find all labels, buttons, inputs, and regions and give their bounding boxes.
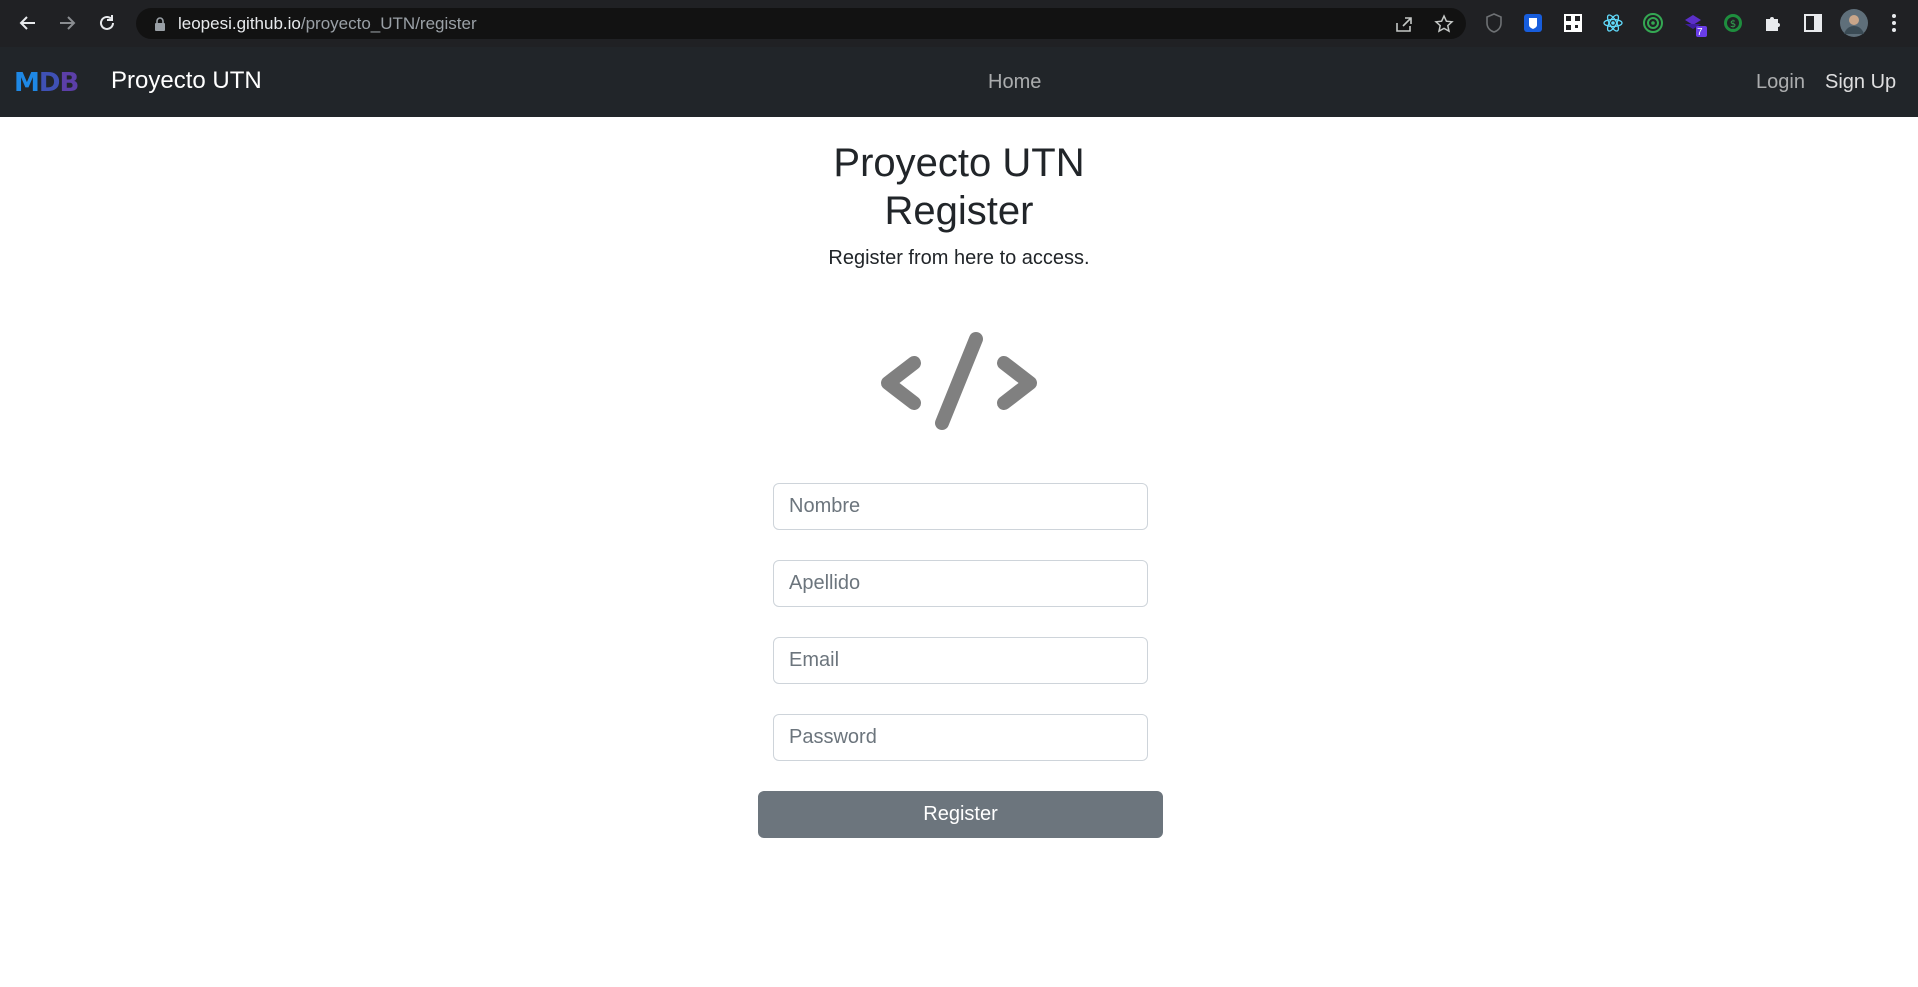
mdb-logo[interactable]: M D B (14, 68, 79, 98)
bookmark-star-icon[interactable] (1434, 14, 1454, 34)
register-page: Proyecto UTN Register Register from here… (0, 117, 1918, 987)
nombre-input[interactable] (773, 483, 1148, 530)
react-devtools-icon[interactable] (1602, 12, 1624, 34)
qr-code-extension-icon[interactable] (1562, 12, 1584, 34)
target-extension-icon[interactable] (1642, 12, 1664, 34)
svg-text:$: $ (1730, 19, 1736, 30)
address-url: leopesi.github.io/proyecto_UTN/register (178, 14, 477, 33)
kebab-menu-icon[interactable] (1883, 12, 1905, 34)
shield-extension-icon[interactable] (1483, 12, 1505, 34)
email-input[interactable] (773, 637, 1148, 684)
back-arrow-icon[interactable] (14, 9, 42, 37)
address-bar[interactable]: leopesi.github.io/proyecto_UTN/register (136, 8, 1466, 39)
bitwarden-extension-icon[interactable] (1522, 12, 1544, 34)
extension-badge: 7 (1697, 27, 1703, 38)
nav-link-home[interactable]: Home (988, 71, 1041, 94)
page-subtitle: Register from here to access. (828, 247, 1090, 269)
navbar: M D B Proyecto UTN Home Login Sign Up (0, 47, 1918, 117)
share-icon[interactable] (1394, 14, 1414, 34)
apellido-input[interactable] (773, 560, 1148, 607)
forward-arrow-icon[interactable] (53, 9, 81, 37)
nav-link-signup[interactable]: Sign Up (1825, 71, 1896, 94)
page-title: Proyecto UTN Register (833, 141, 1085, 233)
side-panel-icon[interactable] (1802, 12, 1824, 34)
navbar-brand[interactable]: Proyecto UTN (111, 67, 262, 95)
dollar-extension-icon[interactable]: $ (1722, 12, 1744, 34)
puzzle-extensions-icon[interactable] (1762, 12, 1784, 34)
browser-toolbar: leopesi.github.io/proyecto_UTN/register … (0, 0, 1918, 47)
password-input[interactable] (773, 714, 1148, 761)
reload-icon[interactable] (93, 9, 121, 37)
register-button[interactable]: Register (758, 791, 1163, 838)
code-icon (876, 327, 1042, 437)
profile-avatar[interactable] (1840, 9, 1868, 37)
nav-link-login[interactable]: Login (1756, 71, 1805, 94)
lock-icon (154, 17, 166, 36)
